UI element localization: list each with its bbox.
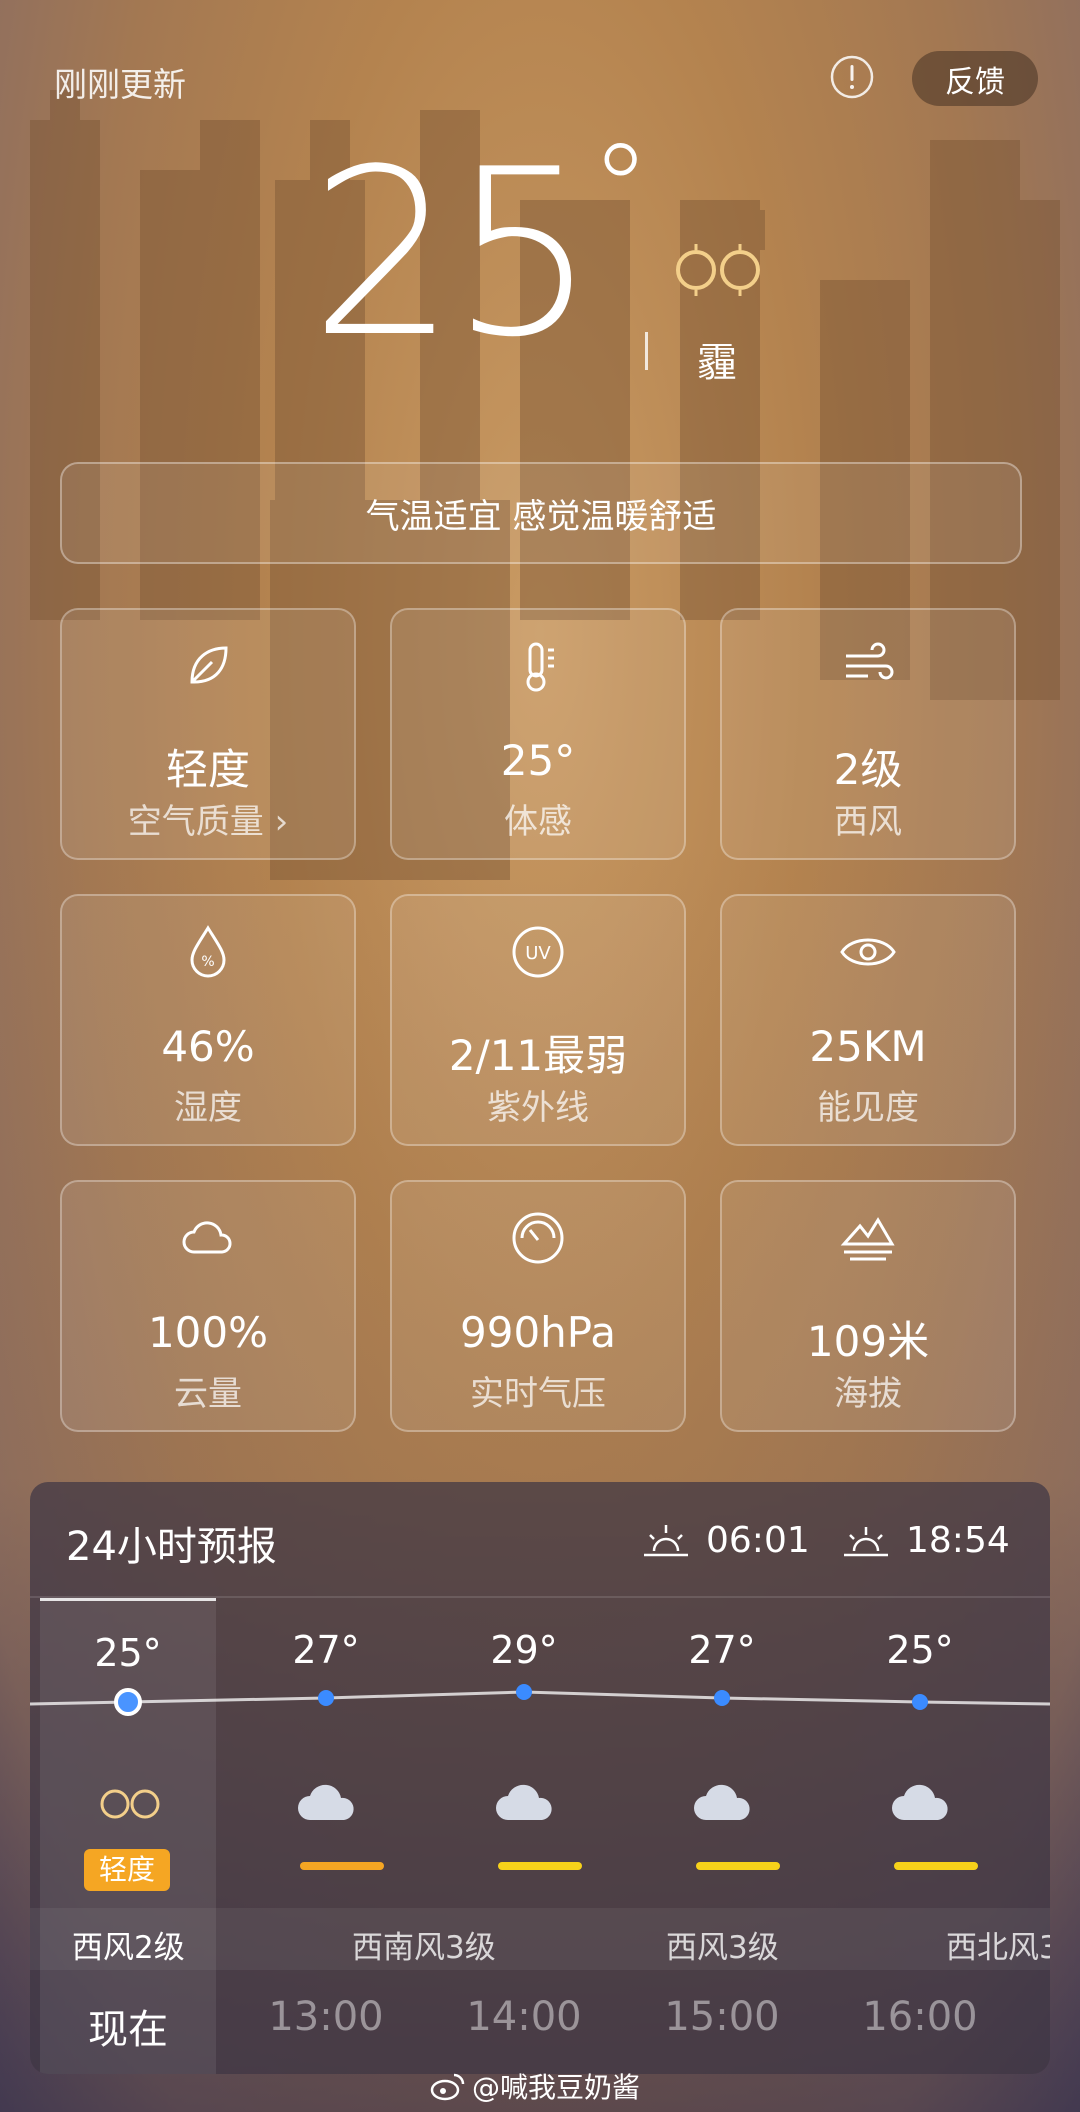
wind-value: 2级 [833,745,903,794]
cloudy-icon [694,1784,750,1820]
hour-column[interactable]: 25° 16:00 [832,1598,1008,2074]
sunrise-time: 06:01 [706,1520,810,1561]
hour-column-now[interactable]: 25° 轻度 现在 [40,1598,216,2074]
altitude-value: 109米 [806,1317,930,1366]
visibility-label: 能见度 [817,1088,919,1128]
hour-time: 13:00 [268,1994,384,2040]
mountain-icon [840,1217,895,1261]
wind-label: 西风 [834,802,902,842]
uv-label: 紫外线 [487,1088,589,1128]
cloudy-icon [298,1784,354,1820]
uv-card: UV 2/11最弱 紫外线 [390,894,686,1146]
wind-card: 2级 西风 [720,608,1016,860]
hour-temp: 27° [292,1628,360,1672]
update-status: 刚刚更新 [54,65,186,104]
cloudy-icon [892,1784,948,1820]
air-quality-card[interactable]: 轻度 空气质量 › [60,608,356,860]
uv-icon: UV [512,926,564,978]
current-temperature: 25° [310,130,651,370]
visibility-card: 25KM 能见度 [720,894,1016,1146]
cloud-icon [182,1221,232,1254]
hour-temp: 29° [490,1628,558,1672]
wind-label: 西南风3级 [352,1930,496,1966]
cloudy-icon [496,1784,552,1820]
aqi-bar [696,1862,780,1870]
gauge-icon [512,1212,564,1264]
hour-temp: 27° [688,1628,756,1672]
feels-like-label: 体感 [504,802,572,842]
uv-value: 2/11最弱 [448,1031,628,1080]
aqi-bar [894,1862,978,1870]
wind-icon [846,642,894,680]
altitude-card: 109米 海拔 [720,1180,1016,1432]
degree-symbol: ° [590,120,651,259]
hour-time: 15:00 [664,1994,780,2040]
humidity-drop-icon: % [190,925,226,978]
condition-separator [645,332,648,370]
alert-icon[interactable] [829,54,875,100]
sunset-time: 18:54 [906,1520,1010,1561]
hour-column[interactable]: 27° 15:00 [634,1598,810,2074]
humidity-value: 46% [161,1022,255,1071]
svg-text:%: % [201,954,214,970]
cloud-cover-value: 100% [147,1308,269,1357]
hour-column[interactable]: 27° 13:00 [238,1598,414,2074]
cloud-cover-card: 100% 云量 [60,1180,356,1432]
air-quality-value: 轻度 [165,745,250,794]
feedback-button[interactable]: 反馈 [912,51,1038,106]
comfort-tip: 气温适宜 感觉温暖舒适 [60,462,1022,564]
aqi-bar [300,1862,384,1870]
haze-icon [100,1789,160,1819]
sunrise-icon [644,1524,688,1556]
sunset: 18:54 [842,1520,1010,1561]
hour-time: 14:00 [466,1994,582,2040]
air-quality-label: 空气质量 › [127,802,289,842]
leaf-icon [190,646,228,684]
weibo-logo-icon [430,2073,465,2101]
feels-like-value: 25° [500,736,576,785]
hour-time: 16:00 [862,1994,978,2040]
hour-temp: 25° [94,1631,162,1675]
hour-time: 现在 [88,2007,168,2053]
altitude-label: 海拔 [834,1374,902,1414]
cloud-cover-label: 云量 [174,1374,242,1414]
sunset-icon [844,1526,888,1556]
current-temperature-value: 25 [310,121,597,388]
hourly-forecast-panel[interactable]: 24小时预报 06:01 18:54 25° 轻度 现在 27° 13:00 2… [30,1482,1050,2074]
hour-column[interactable]: 29° 14:00 [436,1598,612,2074]
wind-label: 西北风3 [946,1930,1050,1966]
current-condition: 霾 [697,340,737,386]
visibility-value: 25KM [809,1022,927,1071]
pressure-card: 990hPa 实时气压 [390,1180,686,1432]
aqi-bar [498,1862,582,1870]
watermark: @喊我豆奶酱 [430,2066,640,2106]
wind-label: 西风3级 [666,1930,779,1966]
wind-label: 西风2级 [72,1930,185,1966]
humidity-card: % 46% 湿度 [60,894,356,1146]
haze-weather-icon [676,244,760,296]
humidity-label: 湿度 [174,1088,242,1128]
forecast-title: 24小时预报 [66,1524,277,1570]
sunrise: 06:01 [642,1520,810,1561]
watermark-text: @喊我豆奶酱 [472,2071,641,2104]
thermometer-icon [526,642,554,692]
eye-icon [840,938,896,966]
hour-temp: 25° [886,1628,954,1672]
pressure-label: 实时气压 [470,1374,606,1414]
pressure-value: 990hPa [460,1308,616,1357]
feels-like-card: 25° 体感 [390,608,686,860]
aqi-badge: 轻度 [84,1849,170,1891]
svg-text:UV: UV [525,943,551,964]
